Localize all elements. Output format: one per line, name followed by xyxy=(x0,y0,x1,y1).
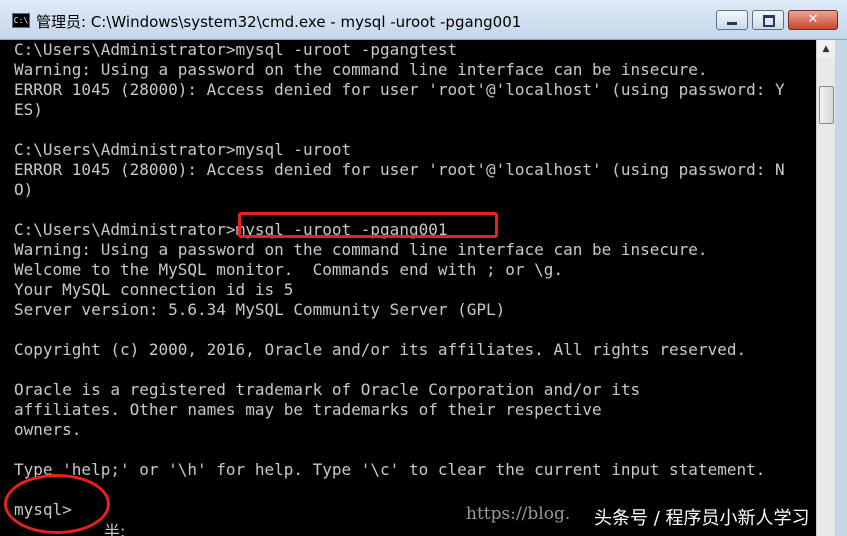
console-app-icon[interactable]: C:\ xyxy=(12,13,30,28)
console-line: O) xyxy=(14,180,34,199)
console-line: Type 'help;' or '\h' for help. Type '\c'… xyxy=(14,460,766,479)
maximize-button[interactable] xyxy=(752,10,784,30)
watermark-url: https://blog. xyxy=(466,504,571,524)
cmd-window: C:\ 管理员: C:\Windows\system32\cmd.exe - m… xyxy=(0,0,847,536)
console-line: ES) xyxy=(14,100,43,119)
console-line: Warning: Using a password on the command… xyxy=(14,240,708,259)
console-line: Your MySQL connection id is 5 xyxy=(14,280,294,299)
console-line: ERROR 1045 (28000): Access denied for us… xyxy=(14,160,785,179)
console-line: Copyright (c) 2000, 2016, Oracle and/or … xyxy=(14,340,747,359)
close-button[interactable] xyxy=(788,10,838,30)
vertical-scrollbar[interactable]: ▲ xyxy=(816,40,835,536)
minimize-button[interactable] xyxy=(716,10,748,30)
console-line: Server version: 5.6.34 MySQL Community S… xyxy=(14,300,506,319)
watermark-brand: 头条号 / 程序员小新人学习 xyxy=(594,508,810,529)
console-line: C:\Users\Administrator>mysql -uroot xyxy=(14,140,352,159)
console-line: affiliates. Other names may be trademark… xyxy=(14,400,602,419)
console-lines: C:\Users\Administrator>mysql -uroot -pga… xyxy=(14,40,814,520)
console-line: Warning: Using a password on the command… xyxy=(14,60,708,79)
window-title: 管理员: C:\Windows\system32\cmd.exe - mysql… xyxy=(36,13,522,31)
annotation-highlight-box xyxy=(238,212,498,238)
console-line: Oracle is a registered trademark of Orac… xyxy=(14,380,641,399)
console-line: ERROR 1045 (28000): Access denied for us… xyxy=(14,80,785,99)
console-line: Welcome to the MySQL monitor. Commands e… xyxy=(14,260,564,279)
scroll-up-arrow-icon[interactable]: ▲ xyxy=(817,40,835,58)
console-output[interactable]: C:\Users\Administrator>mysql -uroot -pga… xyxy=(14,40,814,536)
annotation-highlight-circle xyxy=(4,474,110,534)
scroll-thumb[interactable] xyxy=(819,86,834,124)
console-line: owners. xyxy=(14,420,82,439)
title-bar[interactable]: C:\ 管理员: C:\Windows\system32\cmd.exe - m… xyxy=(0,0,847,40)
window-frame-edge xyxy=(835,40,847,536)
console-line: C:\Users\Administrator>mysql -uroot -pga… xyxy=(14,40,458,59)
residual-text: 半: xyxy=(104,522,126,536)
